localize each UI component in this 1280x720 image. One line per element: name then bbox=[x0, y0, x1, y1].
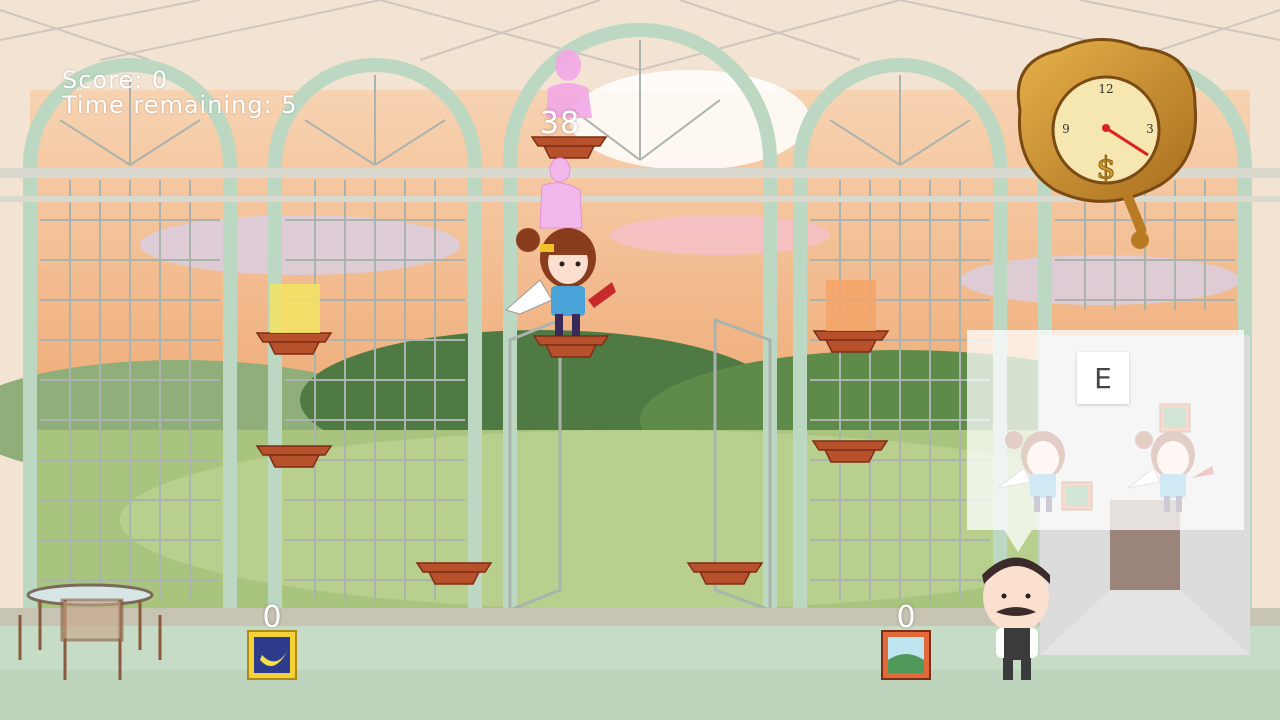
svg-text:9: 9 bbox=[1062, 122, 1070, 136]
pedestal-value: 38 bbox=[539, 106, 581, 141]
yellow-artifact-slot bbox=[270, 284, 320, 333]
svg-text:3: 3 bbox=[1146, 122, 1154, 136]
time-remaining-display: Time remaining: 5 bbox=[62, 91, 298, 119]
svg-text:$: $ bbox=[1096, 151, 1115, 186]
banana-painting-icon bbox=[247, 630, 297, 680]
landscape-painting-count: 0 bbox=[896, 600, 916, 635]
score-display: Score: 0 bbox=[62, 66, 169, 94]
hint-panel-tail bbox=[1004, 530, 1032, 552]
banana-painting-count: 0 bbox=[262, 600, 282, 635]
interact-key-prompt: E bbox=[1077, 352, 1129, 404]
orange-artifact-slot bbox=[826, 280, 876, 331]
svg-text:12: 12 bbox=[1098, 82, 1113, 96]
landscape-painting-icon bbox=[881, 630, 931, 680]
